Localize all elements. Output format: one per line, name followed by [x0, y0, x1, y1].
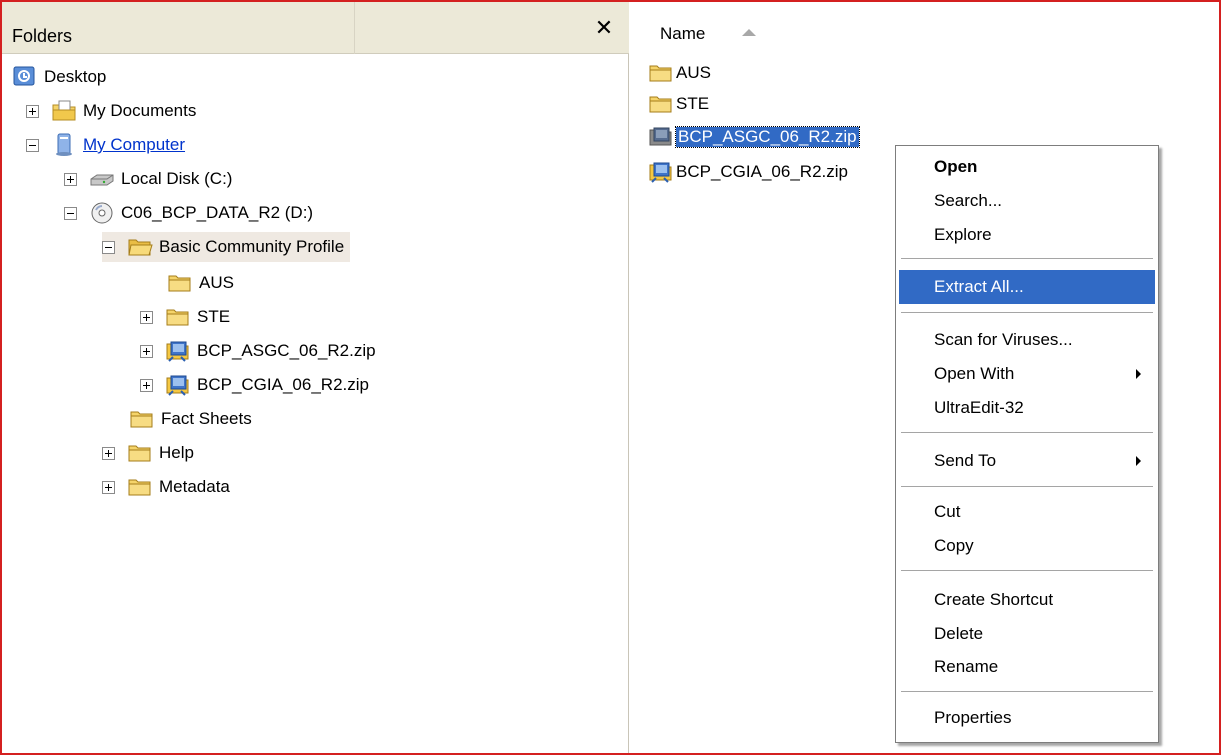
menu-separator: [901, 432, 1153, 433]
tree-item-aus[interactable]: AUS: [167, 268, 234, 298]
tree-item-desktop[interactable]: Desktop: [12, 62, 106, 92]
expand-icon[interactable]: [26, 104, 39, 118]
tree-item-label: My Computer: [83, 135, 186, 154]
tree-item-label: BCP_CGIA_06_R2.zip: [197, 375, 369, 394]
tree-item-my-documents[interactable]: My Documents: [26, 96, 196, 126]
folder-icon: [128, 445, 151, 462]
zip-folder-icon: [649, 127, 672, 146]
tree-item-bcp-asgc-zip[interactable]: BCP_ASGC_06_R2.zip: [140, 336, 376, 366]
zip-folder-icon: [166, 341, 189, 362]
tree-item-label: Local Disk (C:): [121, 169, 233, 188]
tree-item-label: Metadata: [159, 477, 230, 496]
zip-folder-icon: [649, 162, 672, 183]
expand-icon[interactable]: [140, 310, 153, 324]
name-column-header[interactable]: Name: [630, 2, 1219, 52]
menu-item-send-to[interactable]: Send To: [899, 444, 1155, 478]
file-item-label: AUS: [676, 63, 711, 82]
expand-icon[interactable]: [102, 446, 115, 460]
menu-item-delete[interactable]: Delete: [899, 617, 1155, 651]
menu-item-extract-all[interactable]: Extract All...: [899, 270, 1155, 304]
tree-item-bcp-cgia-zip[interactable]: BCP_CGIA_06_R2.zip: [140, 370, 369, 400]
tree-item-ste[interactable]: STE: [140, 302, 230, 332]
column-header-label: Name: [660, 24, 706, 43]
expand-icon[interactable]: [64, 172, 77, 186]
folders-header: Folders ✕: [2, 2, 629, 54]
file-item-bcp-asgc-zip[interactable]: BCP_ASGC_06_R2.zip: [648, 124, 860, 150]
menu-item-properties[interactable]: Properties: [899, 701, 1155, 735]
desktop-icon: [13, 66, 35, 86]
tree-item-label: BCP_ASGC_06_R2.zip: [197, 341, 376, 360]
tree-item-local-disk[interactable]: Local Disk (C:): [64, 164, 232, 194]
menu-separator: [901, 691, 1153, 692]
tree-item-label: Desktop: [44, 67, 107, 86]
close-icon[interactable]: ✕: [594, 17, 614, 39]
submenu-arrow-icon: [1136, 456, 1141, 466]
context-menu: Open Search... Explore Extract All... Sc…: [895, 145, 1159, 743]
menu-item-rename[interactable]: Rename: [899, 650, 1155, 684]
hard-drive-icon: [90, 174, 114, 186]
expand-icon[interactable]: [102, 480, 115, 494]
tree-item-my-computer[interactable]: My Computer: [26, 130, 185, 160]
menu-separator: [901, 486, 1153, 487]
tree-item-help[interactable]: Help: [102, 438, 194, 468]
tree-item-fact-sheets[interactable]: Fact Sheets: [129, 404, 252, 434]
my-documents-icon: [52, 100, 76, 121]
file-item-label: BCP_CGIA_06_R2.zip: [676, 162, 848, 181]
menu-item-open-with[interactable]: Open With: [899, 357, 1155, 391]
menu-item-create-shortcut[interactable]: Create Shortcut: [899, 583, 1155, 617]
tree-item-label: AUS: [199, 273, 234, 292]
header-divider: [354, 2, 355, 54]
menu-item-open[interactable]: Open: [899, 150, 1155, 184]
tree-item-label: Help: [159, 443, 194, 462]
folder-icon: [649, 65, 672, 82]
tree-item-label: C06_BCP_DATA_R2 (D:): [121, 203, 314, 222]
folder-icon: [128, 479, 151, 496]
tree-item-label: Fact Sheets: [161, 409, 252, 428]
menu-item-cut[interactable]: Cut: [899, 495, 1155, 529]
zip-folder-icon: [166, 375, 189, 396]
menu-separator: [901, 570, 1153, 571]
my-computer-icon: [56, 133, 72, 156]
file-item-bcp-cgia-zip[interactable]: BCP_CGIA_06_R2.zip: [648, 159, 848, 185]
tree-item-label: Basic Community Profile: [159, 237, 345, 256]
menu-separator: [901, 258, 1153, 259]
tree-item-label: STE: [197, 307, 231, 326]
folder-open-icon: [128, 239, 153, 256]
collapse-icon[interactable]: [26, 138, 39, 152]
file-item-label: BCP_ASGC_06_R2.zip: [675, 126, 860, 148]
file-item-aus[interactable]: AUS: [648, 60, 711, 86]
collapse-icon[interactable]: [102, 240, 115, 254]
tree-item-cd-drive[interactable]: C06_BCP_DATA_R2 (D:): [64, 198, 313, 228]
submenu-arrow-icon: [1136, 369, 1141, 379]
menu-separator: [901, 312, 1153, 313]
file-item-ste[interactable]: STE: [648, 91, 709, 117]
folders-title: Folders: [12, 26, 73, 46]
file-item-label: STE: [676, 94, 710, 113]
menu-item-label: Open With: [934, 364, 1015, 383]
menu-item-explore[interactable]: Explore: [899, 218, 1155, 252]
collapse-icon[interactable]: [64, 206, 77, 220]
tree-item-basic-community-profile[interactable]: Basic Community Profile: [102, 232, 351, 262]
sort-ascending-icon: [742, 29, 756, 36]
folder-icon: [649, 96, 672, 113]
menu-item-scan-for-viruses[interactable]: Scan for Viruses...: [899, 323, 1155, 357]
cd-drive-icon: [91, 202, 113, 224]
expand-icon[interactable]: [140, 344, 153, 358]
folder-icon: [168, 275, 191, 292]
folder-icon: [130, 411, 153, 428]
menu-item-ultraedit[interactable]: UltraEdit-32: [899, 391, 1155, 425]
tree-item-label: My Documents: [83, 101, 197, 120]
folder-icon: [166, 309, 189, 326]
folders-pane: Folders ✕ Desktop My Documents My Comput…: [2, 2, 629, 753]
expand-icon[interactable]: [140, 378, 153, 392]
menu-item-search[interactable]: Search...: [899, 184, 1155, 218]
menu-item-copy[interactable]: Copy: [899, 529, 1155, 563]
menu-item-label: Send To: [934, 451, 997, 470]
tree-item-metadata[interactable]: Metadata: [102, 472, 230, 502]
